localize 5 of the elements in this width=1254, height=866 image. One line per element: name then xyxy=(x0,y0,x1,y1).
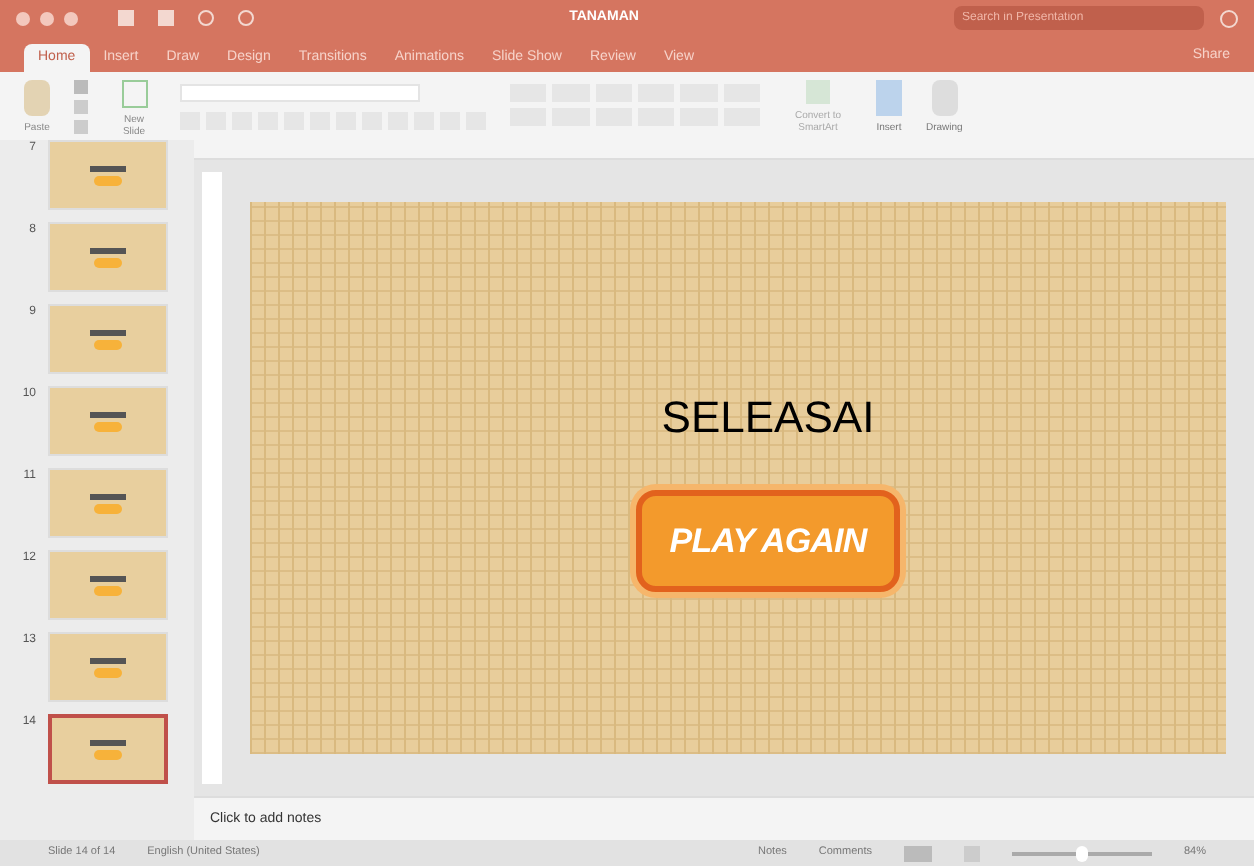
zoom-thumb[interactable] xyxy=(1075,845,1088,861)
play-again-button[interactable]: PLAY AGAIN xyxy=(635,489,901,593)
font-field[interactable] xyxy=(180,84,420,102)
slide-title: SELEASAI xyxy=(661,389,875,446)
slide-thumbnail[interactable] xyxy=(48,714,168,784)
